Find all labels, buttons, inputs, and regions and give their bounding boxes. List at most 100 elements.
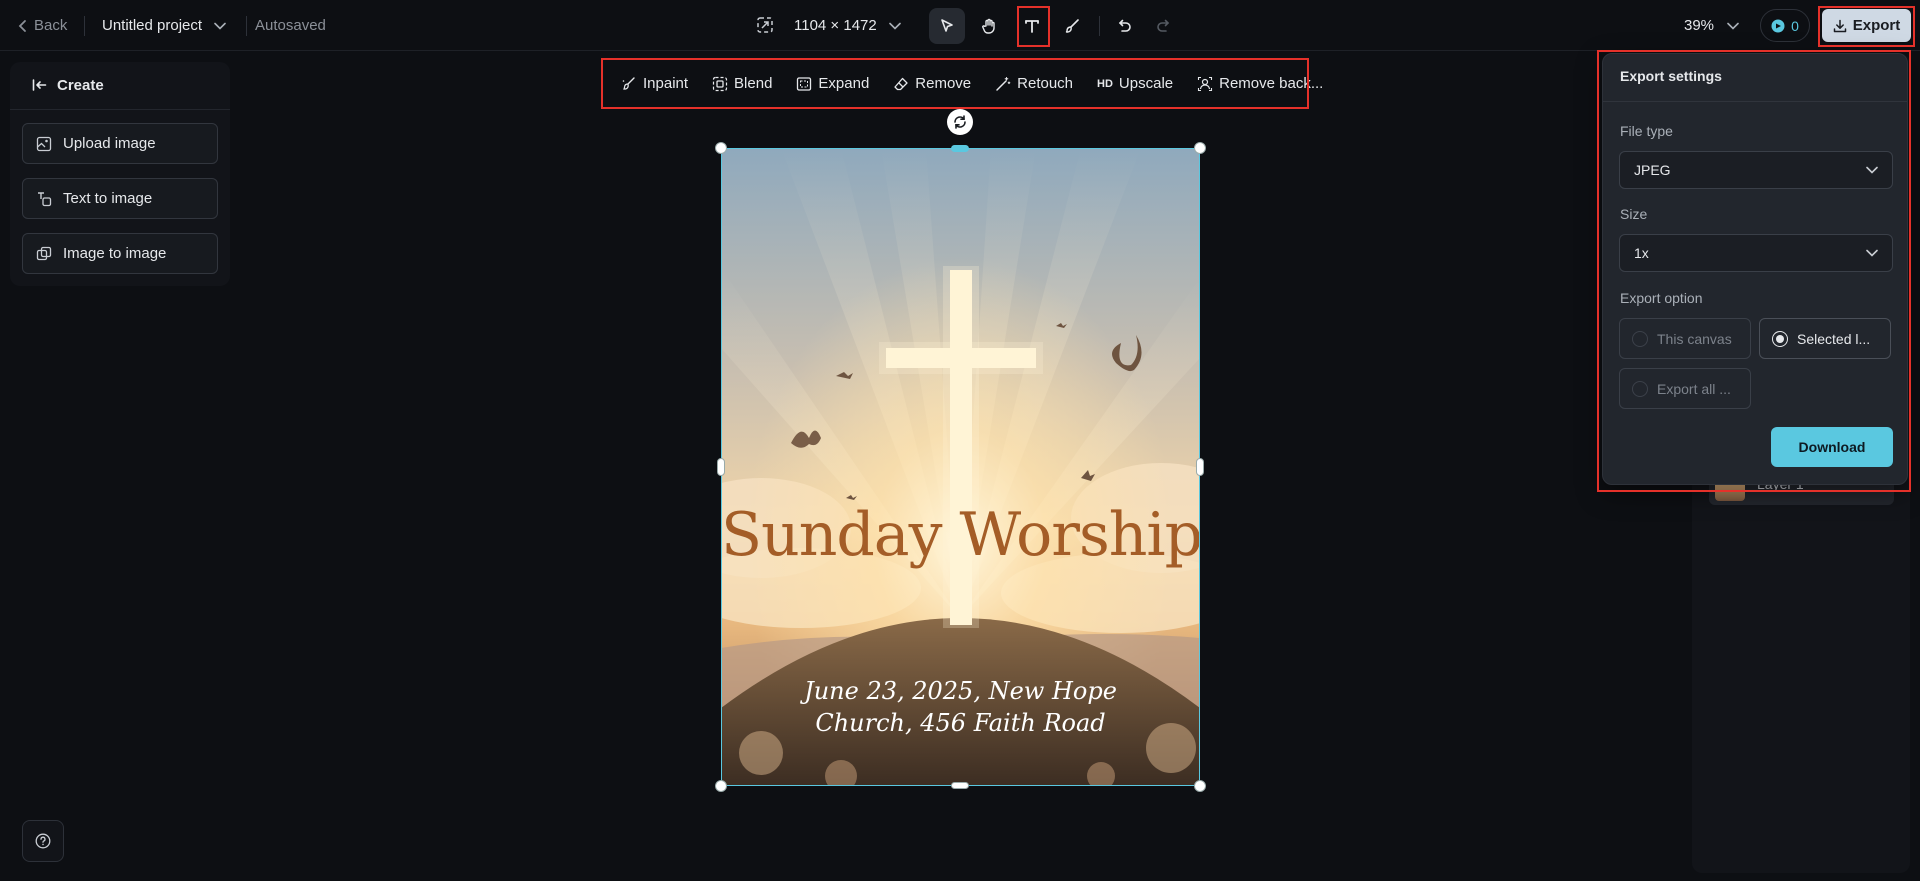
project-name: Untitled project xyxy=(102,17,203,34)
create-title: Create xyxy=(57,76,104,94)
magic-wand-icon xyxy=(995,76,1011,92)
upscale-button[interactable]: HD Upscale xyxy=(1097,75,1173,92)
option-export-all-label: Export all ... xyxy=(1657,380,1731,397)
top-bar: Back Untitled project Autosaved 1104 × 1… xyxy=(0,0,1920,51)
resize-handle-top-left[interactable] xyxy=(715,142,727,154)
expand-button[interactable]: Expand xyxy=(796,75,869,92)
redo-button[interactable] xyxy=(1146,8,1182,44)
credit-coin-icon xyxy=(1771,19,1785,33)
zoom-dropdown[interactable]: 39% xyxy=(1684,0,1739,51)
text-to-image-icon xyxy=(36,191,52,207)
retouch-label: Retouch xyxy=(1017,75,1074,92)
help-icon xyxy=(35,833,51,849)
export-settings-title: Export settings xyxy=(1620,68,1722,84)
zoom-level: 39% xyxy=(1684,17,1715,34)
canvas-size: 1104 × 1472 xyxy=(794,17,877,34)
radio-checked-icon xyxy=(1772,330,1788,347)
upload-image-icon xyxy=(36,136,52,152)
back-button[interactable]: Back xyxy=(18,0,67,51)
option-this-canvas-label: This canvas xyxy=(1657,330,1732,347)
chevron-down-icon xyxy=(1866,166,1878,174)
radio-unchecked-icon xyxy=(1632,330,1648,347)
collapse-left-icon xyxy=(32,78,47,92)
image-to-image-icon xyxy=(36,246,52,262)
text-to-image-button[interactable]: Text to image xyxy=(22,178,218,219)
retouch-button[interactable]: Retouch xyxy=(995,75,1073,92)
download-icon xyxy=(1833,19,1847,33)
chevron-down-icon xyxy=(1727,22,1739,30)
option-selected-layers-label: Selected l... xyxy=(1797,330,1871,347)
upscale-label: Upscale xyxy=(1118,75,1174,92)
remove-background-button[interactable]: Remove back... xyxy=(1197,75,1323,92)
file-type-label: File type xyxy=(1620,123,1673,139)
export-label: Export xyxy=(1852,17,1901,34)
size-select[interactable]: 1x xyxy=(1619,234,1893,272)
remove-background-label: Remove back... xyxy=(1219,75,1324,92)
poster-subtitle-line1: June 23, 2025, New Hope xyxy=(804,677,1117,705)
canvas-size-dropdown[interactable]: 1104 × 1472 xyxy=(794,0,901,51)
hand-icon xyxy=(980,17,998,35)
download-button[interactable]: Download xyxy=(1771,427,1893,467)
cursor-icon xyxy=(938,17,956,35)
resize-handle-bottom-right[interactable] xyxy=(1194,780,1206,792)
canvas-image[interactable]: Sunday Worship June 23, 2025, New Hope C… xyxy=(721,148,1200,786)
resize-handle-bottom[interactable] xyxy=(951,782,969,789)
credits-badge[interactable]: 0 xyxy=(1760,9,1810,42)
resize-icon[interactable] xyxy=(756,16,774,34)
remove-label: Remove xyxy=(915,75,972,92)
autosave-status: Autosaved xyxy=(255,17,326,34)
expand-icon xyxy=(796,76,812,92)
remove-background-icon xyxy=(1197,76,1213,92)
poster-title[interactable]: Sunday Worship xyxy=(721,500,1200,570)
poster-subtitle-line2: Church, 456 Faith Road xyxy=(815,709,1106,737)
export-button[interactable]: Export xyxy=(1822,9,1911,42)
eraser-icon xyxy=(893,76,909,92)
upload-image-button[interactable]: Upload image xyxy=(22,123,218,164)
edit-toolbar: Inpaint Blend Expand Remove Retouch HD U… xyxy=(603,60,1323,107)
chevron-down-icon xyxy=(214,22,226,30)
option-this-canvas[interactable]: This canvas xyxy=(1619,318,1751,359)
rotate-icon xyxy=(952,114,968,130)
inpaint-label: Inpaint xyxy=(643,75,689,92)
blend-button[interactable]: Blend xyxy=(712,75,772,92)
brush-tool-button[interactable] xyxy=(1054,8,1090,44)
back-label: Back xyxy=(34,17,68,34)
text-to-image-label: Text to image xyxy=(63,190,153,207)
option-selected-layers[interactable]: Selected l... xyxy=(1759,318,1891,359)
chevron-down-icon xyxy=(888,22,901,30)
hd-icon: HD xyxy=(1097,77,1113,90)
expand-label: Expand xyxy=(818,75,870,92)
brush-icon xyxy=(1063,17,1081,35)
undo-icon xyxy=(1115,17,1133,35)
resize-handle-left[interactable] xyxy=(717,458,725,476)
undo-button[interactable] xyxy=(1106,8,1142,44)
text-tool-button[interactable] xyxy=(1014,8,1050,44)
inpaint-icon xyxy=(621,76,637,92)
text-icon xyxy=(1023,17,1041,35)
resize-handle-top-right[interactable] xyxy=(1194,142,1206,154)
hand-tool-button[interactable] xyxy=(971,8,1007,44)
blend-icon xyxy=(712,76,728,92)
image-to-image-label: Image to image xyxy=(63,245,167,262)
option-export-all[interactable]: Export all ... xyxy=(1619,368,1751,409)
create-panel: Create Upload image Text to image Image … xyxy=(10,62,230,286)
remove-button[interactable]: Remove xyxy=(893,75,971,92)
upload-image-label: Upload image xyxy=(63,135,156,152)
file-type-select[interactable]: JPEG xyxy=(1619,151,1893,189)
rotate-handle[interactable] xyxy=(947,109,973,135)
chevron-left-icon xyxy=(18,19,28,33)
create-header[interactable]: Create xyxy=(32,62,104,108)
chevron-down-icon xyxy=(1866,249,1878,257)
project-name-dropdown[interactable]: Untitled project xyxy=(102,0,226,51)
select-tool-button[interactable] xyxy=(929,8,965,44)
redo-icon xyxy=(1155,17,1173,35)
inpaint-button[interactable]: Inpaint xyxy=(621,75,688,92)
resize-handle-bottom-left[interactable] xyxy=(715,780,727,792)
help-button[interactable] xyxy=(22,820,64,862)
credits-count: 0 xyxy=(1791,17,1799,34)
resize-handle-right[interactable] xyxy=(1196,458,1204,476)
resize-handle-top[interactable] xyxy=(951,145,969,152)
file-type-value: JPEG xyxy=(1634,162,1671,178)
image-to-image-button[interactable]: Image to image xyxy=(22,233,218,274)
poster-subtitle[interactable]: June 23, 2025, New Hope Church, 456 Fait… xyxy=(721,675,1200,739)
